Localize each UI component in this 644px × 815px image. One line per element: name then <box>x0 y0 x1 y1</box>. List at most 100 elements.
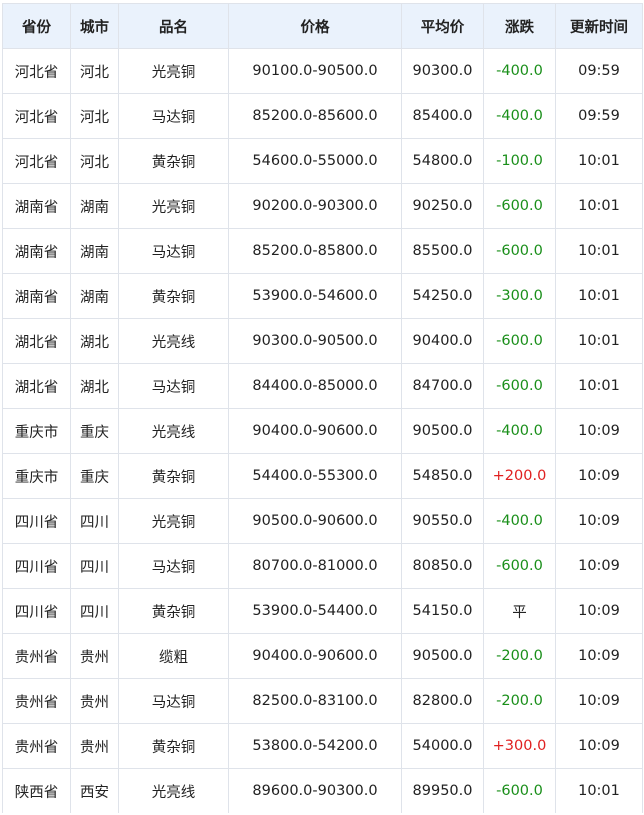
cell-change: -600.0 <box>483 228 556 274</box>
cell-province: 重庆市 <box>2 408 71 454</box>
cell-product: 光亮铜 <box>118 183 229 229</box>
cell-province: 湖南省 <box>2 273 71 319</box>
cell-average-price: 90500.0 <box>401 408 484 454</box>
table-row[interactable]: 四川省 四川 黄杂铜 53900.0-54400.0 54150.0 平 10:09 <box>2 588 643 634</box>
cell-update-time: 10:01 <box>555 363 643 409</box>
cell-price: 90200.0-90300.0 <box>228 183 402 229</box>
cell-change: -400.0 <box>483 408 556 454</box>
cell-average-price: 54000.0 <box>401 723 484 769</box>
cell-product: 马达铜 <box>118 228 229 274</box>
table-row[interactable]: 湖南省 湖南 黄杂铜 53900.0-54600.0 54250.0 -300.0 10:0… <box>2 273 643 319</box>
cell-product: 光亮铜 <box>118 48 229 94</box>
cell-change: -600.0 <box>483 318 556 364</box>
cell-city: 湖北 <box>70 318 119 364</box>
table-row[interactable]: 贵州省 贵州 马达铜 82500.0-83100.0 82800.0 -200.0 10:0… <box>2 678 643 724</box>
cell-change: -600.0 <box>483 768 556 813</box>
cell-product: 马达铜 <box>118 543 229 589</box>
cell-province: 湖北省 <box>2 318 71 364</box>
column-header-average[interactable]: 平均价 <box>401 3 484 49</box>
price-table: 省份 城市 品名 价格 平均价 涨跌 更新时间 河北省 河北 光亮铜 90100.0-… <box>2 3 643 813</box>
table-row[interactable]: 河北省 河北 黄杂铜 54600.0-55000.0 54800.0 -100.0 10:0… <box>2 138 643 184</box>
cell-city: 湖南 <box>70 273 119 319</box>
cell-average-price: 84700.0 <box>401 363 484 409</box>
cell-product: 马达铜 <box>118 678 229 724</box>
table-row[interactable]: 河北省 河北 马达铜 85200.0-85600.0 85400.0 -400.0 09:5… <box>2 93 643 139</box>
cell-price: 53900.0-54600.0 <box>228 273 402 319</box>
table-row[interactable]: 四川省 四川 马达铜 80700.0-81000.0 80850.0 -600.0 10:0… <box>2 543 643 589</box>
table-row[interactable]: 贵州省 贵州 缆粗 90400.0-90600.0 90500.0 -200.0 10:09 <box>2 633 643 679</box>
cell-city: 西安 <box>70 768 119 813</box>
cell-average-price: 85400.0 <box>401 93 484 139</box>
column-header-price[interactable]: 价格 <box>228 3 402 49</box>
table-row[interactable]: 重庆市 重庆 光亮线 90400.0-90600.0 90500.0 -400.0 10:0… <box>2 408 643 454</box>
cell-product: 缆粗 <box>118 633 229 679</box>
cell-city: 四川 <box>70 498 119 544</box>
cell-update-time: 10:01 <box>555 228 643 274</box>
table-row[interactable]: 河北省 河北 光亮铜 90100.0-90500.0 90300.0 -400.0 09:5… <box>2 48 643 94</box>
cell-change: -300.0 <box>483 273 556 319</box>
cell-average-price: 54250.0 <box>401 273 484 319</box>
table-header: 省份 城市 品名 价格 平均价 涨跌 更新时间 <box>2 3 643 49</box>
cell-change: -200.0 <box>483 678 556 724</box>
cell-price: 90400.0-90600.0 <box>228 633 402 679</box>
cell-city: 重庆 <box>70 408 119 454</box>
cell-update-time: 10:09 <box>555 633 643 679</box>
cell-city: 河北 <box>70 93 119 139</box>
column-header-update-time[interactable]: 更新时间 <box>555 3 643 49</box>
cell-province: 湖北省 <box>2 363 71 409</box>
cell-product: 光亮线 <box>118 408 229 454</box>
cell-change: -100.0 <box>483 138 556 184</box>
cell-product: 黄杂铜 <box>118 588 229 634</box>
cell-province: 贵州省 <box>2 633 71 679</box>
cell-city: 四川 <box>70 588 119 634</box>
cell-change: -400.0 <box>483 48 556 94</box>
cell-change: 平 <box>483 588 556 634</box>
cell-update-time: 10:09 <box>555 453 643 499</box>
cell-price: 84400.0-85000.0 <box>228 363 402 409</box>
table-row[interactable]: 陕西省 西安 光亮线 89600.0-90300.0 89950.0 -600.0 10:0… <box>2 768 643 813</box>
cell-product: 光亮铜 <box>118 498 229 544</box>
cell-product: 黄杂铜 <box>118 723 229 769</box>
cell-price: 89600.0-90300.0 <box>228 768 402 813</box>
cell-average-price: 54150.0 <box>401 588 484 634</box>
cell-city: 四川 <box>70 543 119 589</box>
cell-product: 马达铜 <box>118 93 229 139</box>
cell-update-time: 10:01 <box>555 318 643 364</box>
cell-average-price: 54800.0 <box>401 138 484 184</box>
cell-city: 贵州 <box>70 633 119 679</box>
cell-change: +300.0 <box>483 723 556 769</box>
cell-update-time: 10:09 <box>555 498 643 544</box>
cell-change: -600.0 <box>483 363 556 409</box>
cell-city: 贵州 <box>70 723 119 769</box>
cell-update-time: 10:09 <box>555 543 643 589</box>
cell-province: 河北省 <box>2 138 71 184</box>
cell-city: 河北 <box>70 48 119 94</box>
column-header-change[interactable]: 涨跌 <box>483 3 556 49</box>
cell-update-time: 10:01 <box>555 138 643 184</box>
column-header-city[interactable]: 城市 <box>70 3 119 49</box>
cell-update-time: 10:09 <box>555 678 643 724</box>
cell-province: 重庆市 <box>2 453 71 499</box>
cell-update-time: 10:09 <box>555 588 643 634</box>
table-row[interactable]: 湖南省 湖南 光亮铜 90200.0-90300.0 90250.0 -600.0 10:0… <box>2 183 643 229</box>
cell-city: 湖南 <box>70 228 119 274</box>
cell-city: 湖南 <box>70 183 119 229</box>
cell-city: 贵州 <box>70 678 119 724</box>
table-row[interactable]: 贵州省 贵州 黄杂铜 53800.0-54200.0 54000.0 +300.0 10:0… <box>2 723 643 769</box>
cell-product: 黄杂铜 <box>118 273 229 319</box>
table-row[interactable]: 湖北省 湖北 光亮线 90300.0-90500.0 90400.0 -600.0 10:0… <box>2 318 643 364</box>
table-row[interactable]: 湖南省 湖南 马达铜 85200.0-85800.0 85500.0 -600.0 10:0… <box>2 228 643 274</box>
table-row[interactable]: 湖北省 湖北 马达铜 84400.0-85000.0 84700.0 -600.0 10:0… <box>2 363 643 409</box>
column-header-province[interactable]: 省份 <box>2 3 71 49</box>
table-row[interactable]: 重庆市 重庆 黄杂铜 54400.0-55300.0 54850.0 +200.0 10:0… <box>2 453 643 499</box>
column-header-product[interactable]: 品名 <box>118 3 229 49</box>
table-row[interactable]: 四川省 四川 光亮铜 90500.0-90600.0 90550.0 -400.0 10:0… <box>2 498 643 544</box>
cell-province: 河北省 <box>2 48 71 94</box>
cell-product: 黄杂铜 <box>118 138 229 184</box>
cell-update-time: 10:01 <box>555 183 643 229</box>
cell-update-time: 10:09 <box>555 408 643 454</box>
header-row: 省份 城市 品名 价格 平均价 涨跌 更新时间 <box>2 3 643 49</box>
cell-price: 82500.0-83100.0 <box>228 678 402 724</box>
cell-update-time: 10:01 <box>555 768 643 813</box>
cell-province: 河北省 <box>2 93 71 139</box>
